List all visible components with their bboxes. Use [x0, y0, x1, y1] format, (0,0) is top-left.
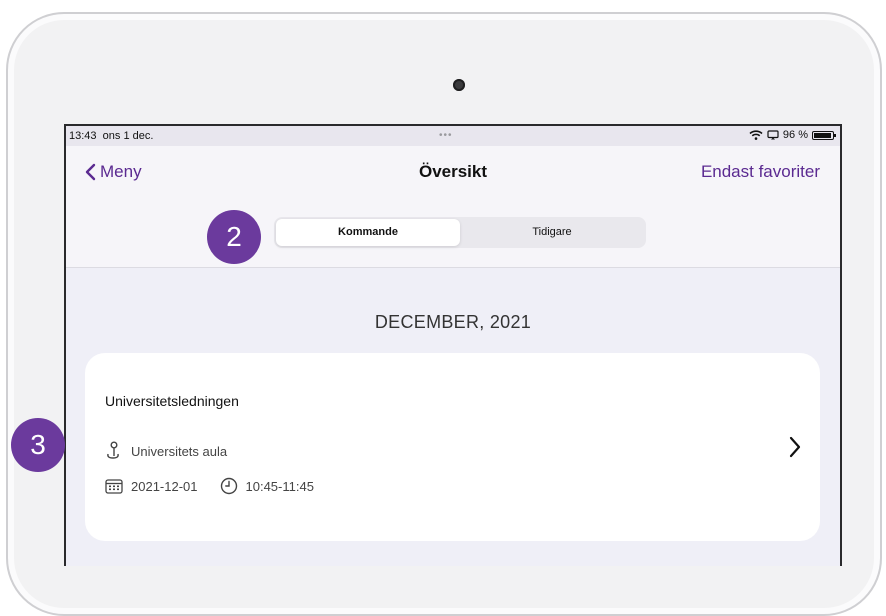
battery-icon	[812, 130, 836, 140]
section-header: DECEMBER, 2021	[374, 312, 532, 332]
event-location: Universitets aula	[105, 441, 227, 461]
status-date: ons 1 dec.	[102, 130, 154, 142]
favorites-only-button[interactable]: Endast favoriter	[701, 162, 820, 182]
segment-upcoming[interactable]: Kommande	[276, 219, 460, 246]
navigation-bar: Meny Översikt Endast favoriter	[66, 146, 840, 201]
event-title: Universitetsledningen	[105, 393, 239, 409]
event-time-label: 10:45-11:45	[245, 478, 314, 494]
event-location-label: Universitets aula	[131, 443, 228, 459]
app-screen: 13:43 ons 1 dec. ••• 96 % Meny Översikt …	[64, 124, 842, 566]
multitasking-dots[interactable]: •••	[439, 130, 453, 141]
event-date: 2021-12-01	[105, 478, 198, 494]
status-bar: 13:43 ons 1 dec. ••• 96 %	[66, 126, 840, 146]
screen-mirroring-icon	[767, 130, 779, 140]
event-card[interactable]: Universitetsledningen Universitets aula	[85, 353, 820, 541]
segmented-control: Kommande Tidigare	[274, 217, 646, 248]
status-indicators: 96 %	[749, 129, 836, 141]
location-pin-icon	[107, 441, 119, 459]
callout-badge-3: 3	[11, 418, 65, 472]
calendar-icon	[105, 479, 123, 494]
chevron-right-icon	[789, 436, 801, 458]
battery-percentage: 96 %	[782, 129, 808, 141]
segment-bar: Kommande Tidigare	[66, 201, 840, 268]
wifi-icon	[749, 130, 763, 140]
event-date-label: 2021-12-01	[131, 478, 198, 494]
status-time-date: 13:43 ons 1 dec.	[69, 130, 153, 142]
segment-past[interactable]: Tidigare	[460, 219, 644, 246]
callout-badge-2: 2	[207, 210, 261, 264]
clock-icon	[220, 477, 237, 495]
status-time: 13:43	[69, 130, 97, 142]
event-time: 10:45-11:45	[220, 477, 314, 495]
camera-icon	[453, 79, 465, 91]
event-meta: 2021-12-01 10:45-11:45	[105, 477, 314, 495]
